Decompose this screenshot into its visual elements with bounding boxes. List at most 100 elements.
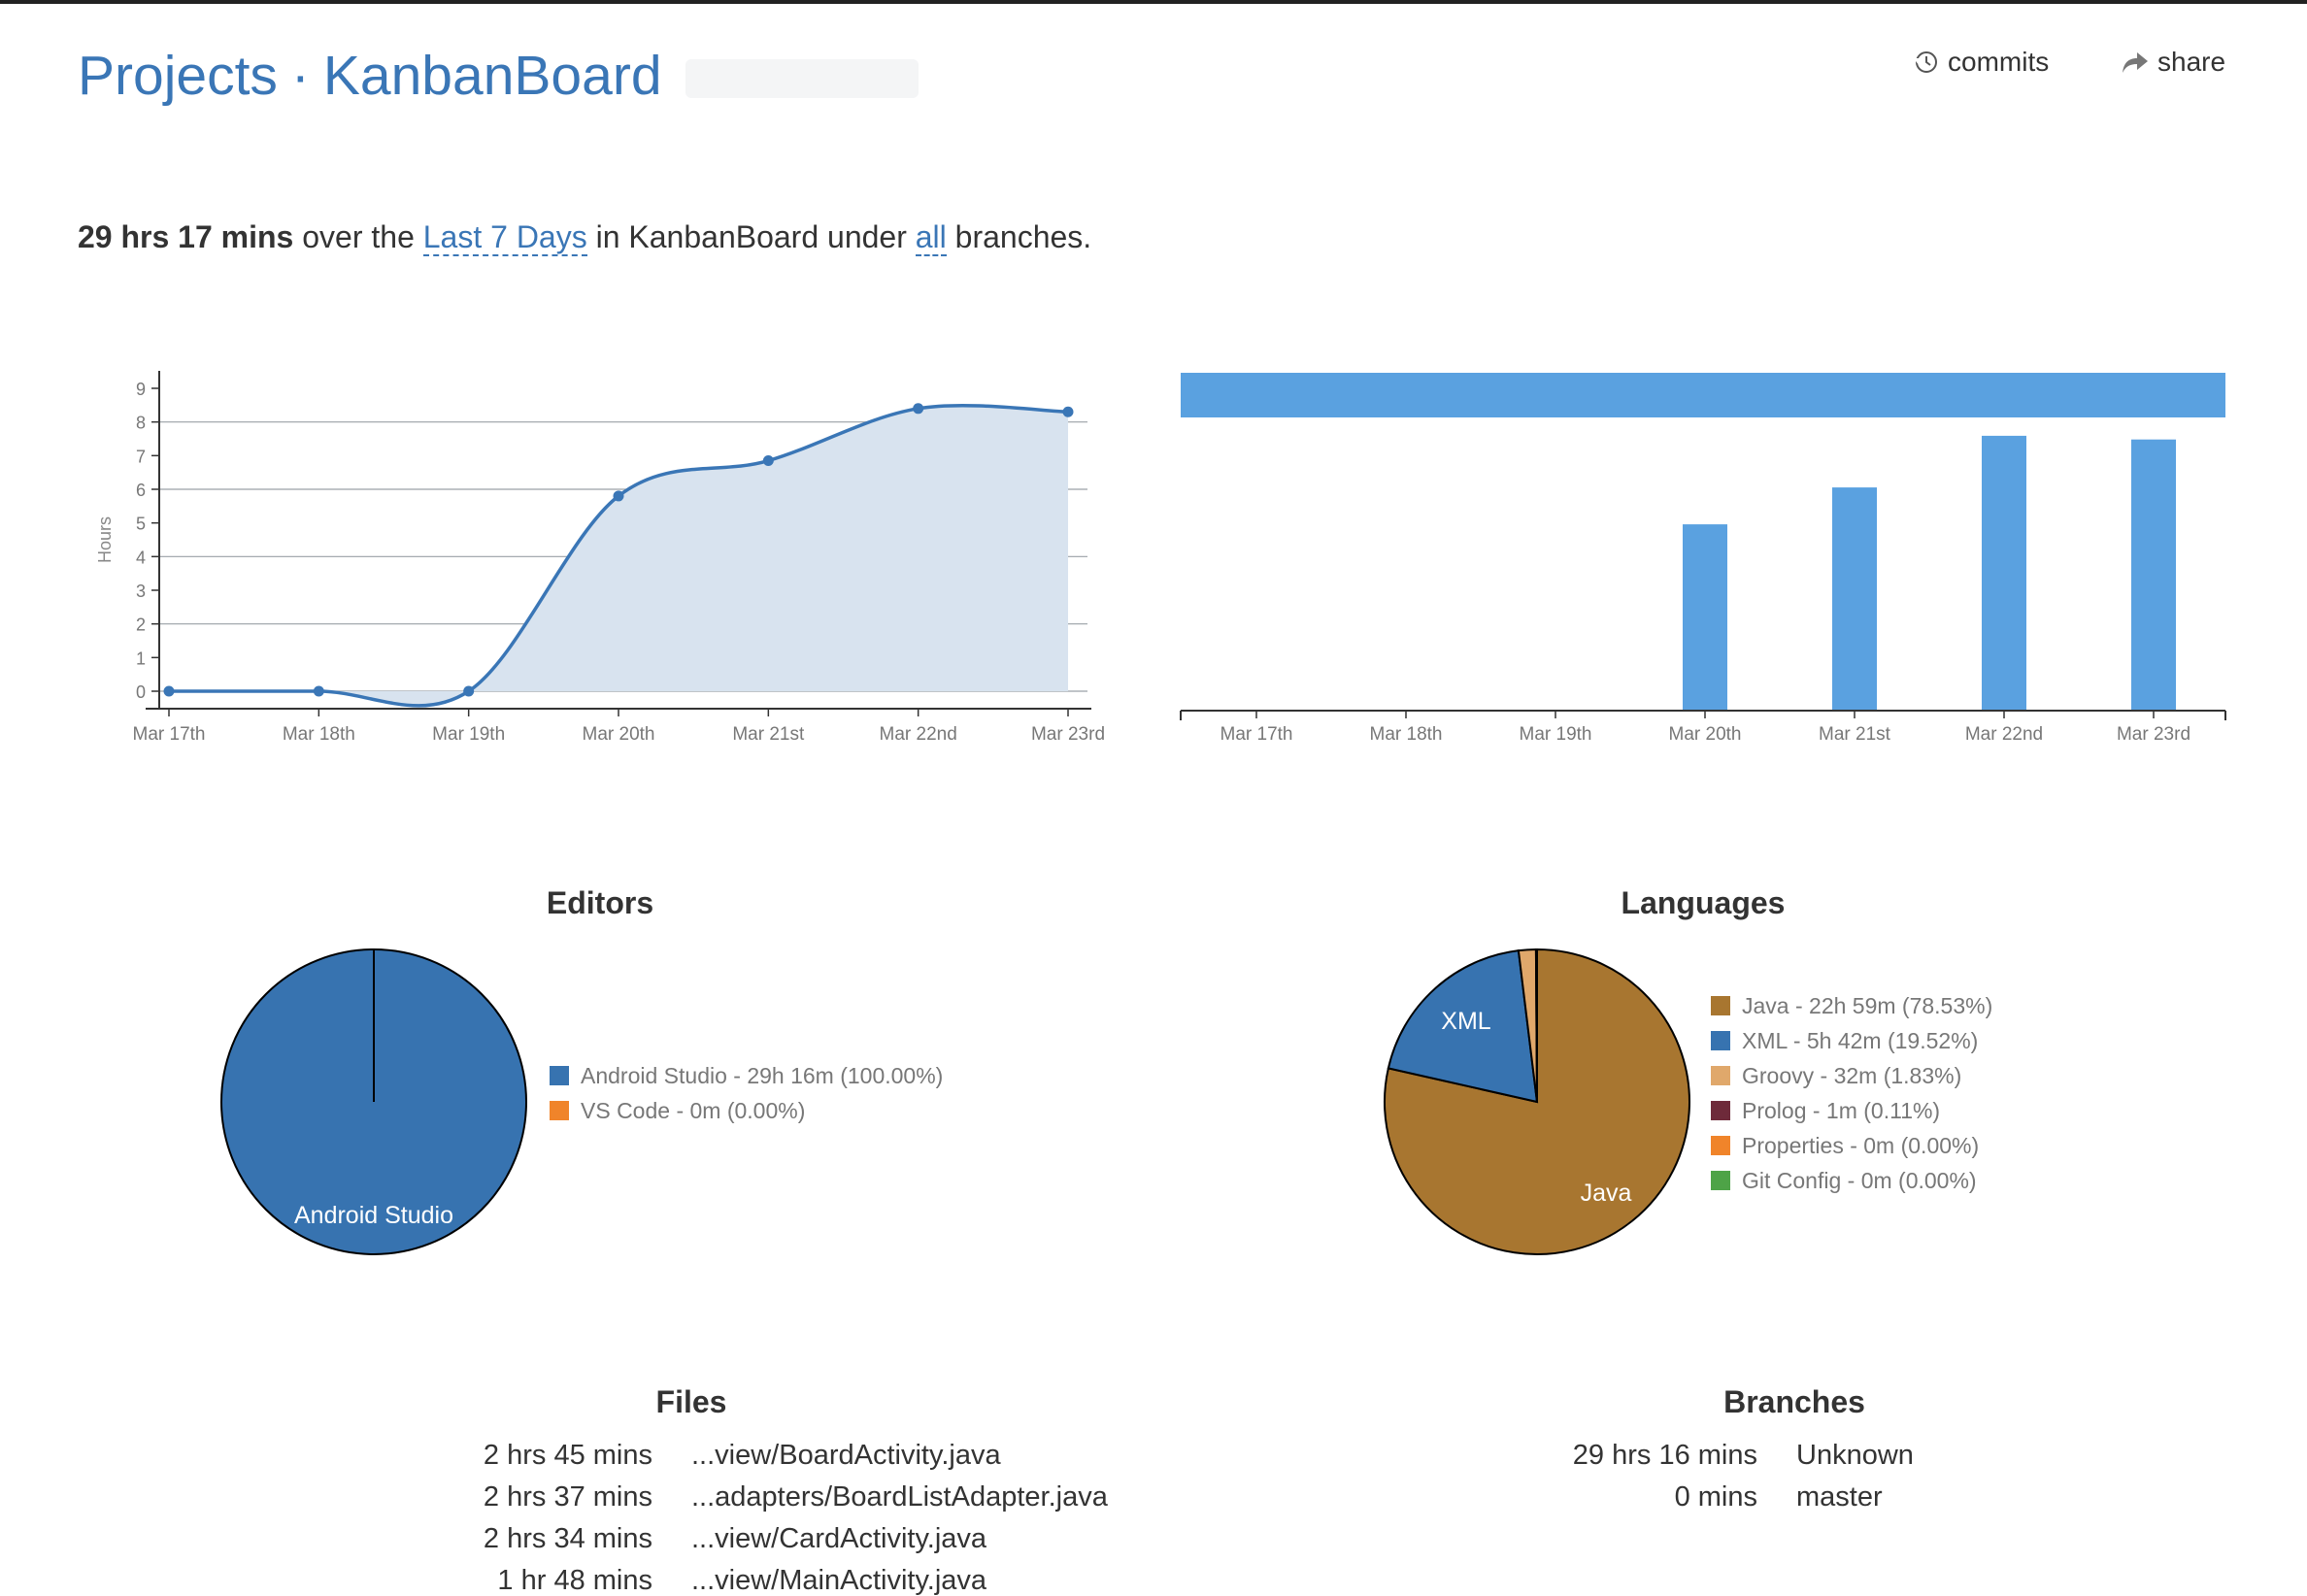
top-border: [0, 0, 2307, 4]
row-duration: 2 hrs 34 mins: [483, 1523, 652, 1554]
files-table: 2 hrs 45 mins ...view/BoardActivity.java 2…: [427, 1435, 1108, 1596]
table-row[interactable]: 29 hrs 16 mins Unknown: [1515, 1435, 1914, 1477]
title-placeholder-box: [685, 59, 919, 98]
table-row[interactable]: 0 mins master: [1515, 1477, 1914, 1518]
legend-swatch: [550, 1101, 569, 1120]
page-title: Projects · KanbanBoard: [78, 37, 919, 115]
legend-item[interactable]: VS Code - 0m (0.00%): [550, 1093, 943, 1128]
summary-total: 29 hrs 17 mins: [78, 219, 294, 254]
y-tick-label: 6: [136, 481, 146, 500]
editors-pie-chart: Android Studio: [220, 948, 527, 1255]
share-label: share: [2157, 47, 2226, 77]
breadcrumb-projects-link[interactable]: Projects: [78, 44, 278, 108]
legend-item[interactable]: Properties - 0m (0.00%): [1711, 1128, 1992, 1163]
bar[interactable]: [1982, 435, 2026, 711]
legend-item[interactable]: XML - 5h 42m (19.52%): [1711, 1023, 1992, 1058]
x-tick-label: Mar 23rd: [1031, 724, 1105, 745]
y-tick-label: 8: [136, 414, 146, 433]
legend-label: Java - 22h 59m (78.53%): [1742, 992, 1993, 1018]
languages-title: Languages: [1621, 885, 1786, 920]
x-tick-label: Mar 18th: [1370, 724, 1443, 745]
area-fill: [169, 405, 1068, 706]
row-duration: 2 hrs 37 mins: [483, 1481, 652, 1513]
data-point[interactable]: [762, 455, 774, 467]
summary-text-3: branches.: [946, 219, 1092, 254]
x-tick-label: Mar 19th: [1520, 724, 1592, 745]
data-point[interactable]: [913, 403, 924, 415]
commits-label: commits: [1948, 47, 2050, 77]
legend-label: Git Config - 0m (0.00%): [1742, 1167, 1977, 1193]
row-duration: 1 hr 48 mins: [497, 1565, 652, 1596]
editors-title: Editors: [546, 885, 654, 920]
legend-item[interactable]: Groovy - 32m (1.83%): [1711, 1058, 1992, 1093]
breadcrumb-project-link[interactable]: KanbanBoard: [323, 44, 662, 108]
x-tick-label: Mar 21st: [732, 724, 805, 745]
pie-slice-label: XML: [1441, 1008, 1491, 1035]
legend-label: VS Code - 0m (0.00%): [581, 1097, 806, 1123]
legend-label: Prolog - 1m (0.11%): [1742, 1097, 1941, 1123]
row-duration: 0 mins: [1674, 1481, 1757, 1513]
legend-item[interactable]: Android Studio - 29h 16m (100.00%): [550, 1058, 943, 1093]
editors-legend: Android Studio - 29h 16m (100.00%) VS Cod…: [550, 1058, 943, 1128]
data-point[interactable]: [163, 685, 175, 697]
bar[interactable]: [2131, 439, 2176, 711]
summary-sentence: 29 hrs 17 mins over the Last 7 Days in K…: [78, 219, 1092, 256]
daily-hours-area-chart: 0 1 2 3 4 5 6 7 8 9 Hours Mar 17th Mar 18th Mar 19th M…: [95, 371, 1105, 745]
row-name: master: [1796, 1481, 1883, 1513]
legend-swatch: [1711, 996, 1730, 1015]
x-tick-label: Mar 22nd: [1965, 724, 2043, 745]
branches-filter-link[interactable]: all: [915, 219, 947, 256]
legend-label: Properties - 0m (0.00%): [1742, 1132, 1980, 1158]
data-point[interactable]: [613, 490, 624, 502]
table-row[interactable]: 2 hrs 45 mins ...view/BoardActivity.java: [427, 1435, 1108, 1477]
data-point[interactable]: [463, 685, 475, 697]
table-row[interactable]: 2 hrs 34 mins ...view/CardActivity.java: [427, 1518, 1108, 1560]
legend-item[interactable]: Prolog - 1m (0.11%): [1711, 1093, 1992, 1128]
share-link[interactable]: share: [2121, 43, 2225, 82]
data-point[interactable]: [313, 685, 324, 697]
branches-table: 29 hrs 16 mins Unknown 0 mins master: [1515, 1435, 1914, 1518]
row-name: Unknown: [1796, 1440, 1914, 1471]
x-tick-label: Mar 20th: [583, 724, 655, 745]
x-tick-label: Mar 20th: [1669, 724, 1742, 745]
row-name: ...adapters/BoardListAdapter.java: [691, 1481, 1108, 1513]
row-duration: 29 hrs 16 mins: [1572, 1440, 1757, 1471]
x-tick-label: Mar 17th: [133, 724, 206, 745]
summary-text-1: over the: [293, 219, 423, 254]
legend-label: Android Studio - 29h 16m (100.00%): [581, 1062, 944, 1088]
y-tick-label: 0: [136, 682, 146, 702]
y-tick-label: 2: [136, 615, 146, 635]
x-tick-label: Mar 19th: [432, 724, 505, 745]
legend-item[interactable]: Java - 22h 59m (78.53%): [1711, 988, 1992, 1023]
pie-slice[interactable]: [1534, 948, 1538, 1103]
data-point[interactable]: [1062, 406, 1074, 417]
table-row[interactable]: 2 hrs 37 mins ...adapters/BoardListAdapte…: [427, 1477, 1108, 1518]
table-row[interactable]: 1 hr 48 mins ...view/MainActivity.java: [427, 1560, 1108, 1596]
legend-swatch: [1711, 1066, 1730, 1085]
legend-item[interactable]: Git Config - 0m (0.00%): [1711, 1163, 1992, 1198]
branches-title: Branches: [1723, 1384, 1865, 1419]
row-duration: 2 hrs 45 mins: [483, 1440, 652, 1471]
row-name: ...view/MainActivity.java: [691, 1565, 987, 1596]
x-tick-label: Mar 17th: [1220, 724, 1293, 745]
legend-swatch: [1711, 1136, 1730, 1155]
y-tick-label: 9: [136, 380, 146, 399]
bar[interactable]: [1683, 524, 1727, 711]
commits-link[interactable]: commits: [1913, 43, 2049, 82]
y-tick-label: 1: [136, 648, 146, 668]
x-tick-label: Mar 18th: [283, 724, 355, 745]
share-icon: [2123, 52, 2148, 73]
row-name: ...view/BoardActivity.java: [691, 1440, 1001, 1471]
date-range-link[interactable]: Last 7 Days: [422, 219, 587, 256]
bar-chart-header-bar: [1181, 373, 2225, 417]
row-name: ...view/CardActivity.java: [691, 1523, 987, 1554]
y-tick-label: 5: [136, 515, 146, 534]
y-tick-label: 3: [136, 582, 146, 601]
legend-swatch: [550, 1066, 569, 1085]
x-tick-label: Mar 21st: [1819, 724, 1891, 745]
y-tick-label: 4: [136, 548, 146, 567]
files-title: Files: [655, 1384, 727, 1419]
bar[interactable]: [1832, 487, 1877, 711]
history-icon: [1914, 51, 1937, 73]
legend-swatch: [1711, 1171, 1730, 1190]
